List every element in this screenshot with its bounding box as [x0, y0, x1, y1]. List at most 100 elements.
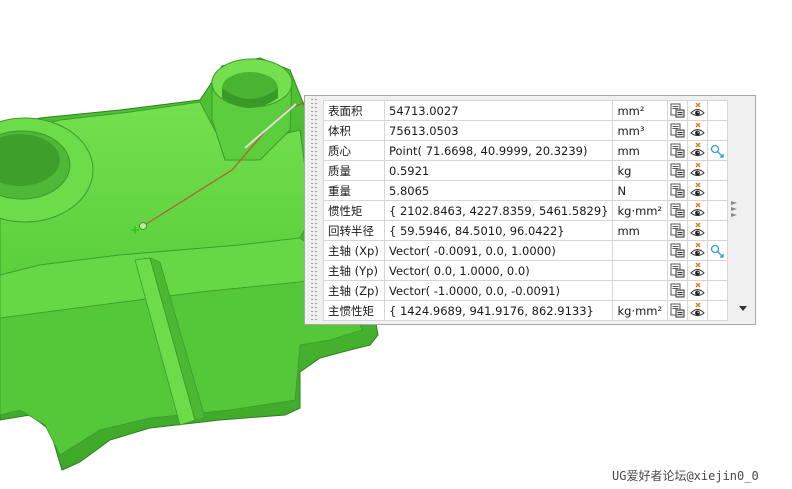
visibility-cell[interactable] — [687, 100, 709, 121]
visibility-cell[interactable] — [687, 180, 709, 201]
panel-drag-handle-stripe — [315, 99, 317, 323]
vector-cell[interactable] — [707, 140, 729, 161]
copy-cell[interactable] — [667, 180, 689, 201]
property-value: Vector( -1.0000, 0.0, -0.0091) — [383, 280, 614, 301]
panel-drag-handle[interactable] — [306, 99, 320, 323]
show-hide-icon[interactable] — [690, 203, 706, 218]
property-row[interactable]: 表面积 54713.0027 mm² — [323, 100, 729, 121]
show-hide-icon[interactable] — [690, 183, 706, 198]
copy-cell[interactable] — [667, 300, 689, 321]
property-unit: mm — [612, 140, 669, 161]
copy-cell[interactable] — [667, 280, 689, 301]
property-row[interactable]: 质量 0.5921 kg — [323, 160, 729, 181]
vector-cell[interactable] — [707, 240, 729, 261]
center-of-mass-marker[interactable] — [139, 222, 147, 230]
property-unit: kg — [612, 160, 669, 181]
property-unit: kg·mm² — [612, 200, 669, 221]
properties-table: 表面积 54713.0027 mm² 体积 75613.0503 mm³ 质心 … — [323, 100, 729, 321]
visibility-cell[interactable] — [687, 240, 709, 261]
show-hide-icon[interactable] — [690, 283, 706, 298]
show-hide-icon[interactable] — [690, 143, 706, 158]
property-unit — [612, 240, 669, 261]
copy-cell[interactable] — [667, 260, 689, 281]
copy-to-clipboard-icon[interactable] — [670, 283, 685, 298]
copy-to-clipboard-icon[interactable] — [670, 163, 685, 178]
visibility-cell[interactable] — [687, 300, 709, 321]
copy-to-clipboard-icon[interactable] — [670, 263, 685, 278]
copy-cell[interactable] — [667, 220, 689, 241]
visibility-cell[interactable] — [687, 200, 709, 221]
property-name: 惯性矩 — [323, 200, 385, 221]
dropdown-arrow-icon[interactable] — [739, 306, 747, 312]
vector-display-icon[interactable] — [710, 243, 725, 258]
property-name: 质心 — [323, 140, 385, 161]
property-value: 54713.0027 — [383, 100, 614, 121]
show-hide-icon[interactable] — [690, 243, 706, 258]
property-unit — [612, 260, 669, 281]
vector-cell[interactable] — [707, 220, 729, 241]
copy-to-clipboard-icon[interactable] — [670, 303, 685, 318]
property-row[interactable]: 主惯性矩 { 1424.9689, 941.9176, 862.9133} kg… — [323, 300, 729, 321]
property-row[interactable]: 主轴 (Xp) Vector( -0.0091, 0.0, 1.0000) — [323, 240, 729, 261]
copy-to-clipboard-icon[interactable] — [670, 203, 685, 218]
show-hide-icon[interactable] — [690, 303, 706, 318]
vector-display-icon[interactable] — [710, 143, 725, 158]
property-unit — [612, 280, 669, 301]
vector-cell[interactable] — [707, 180, 729, 201]
vector-cell[interactable] — [707, 100, 729, 121]
copy-cell[interactable] — [667, 120, 689, 141]
property-row[interactable]: 主轴 (Zp) Vector( -1.0000, 0.0, -0.0091) — [323, 280, 729, 301]
property-row[interactable]: 重量 5.8065 N — [323, 180, 729, 201]
vector-cell[interactable] — [707, 120, 729, 141]
copy-to-clipboard-icon[interactable] — [670, 143, 685, 158]
copy-to-clipboard-icon[interactable] — [670, 243, 685, 258]
show-hide-icon[interactable] — [690, 103, 706, 118]
copy-to-clipboard-icon[interactable] — [670, 123, 685, 138]
property-row[interactable]: 质心 Point( 71.6698, 40.9999, 20.3239) mm — [323, 140, 729, 161]
property-name: 体积 — [323, 120, 385, 141]
property-unit: kg·mm² — [612, 300, 669, 321]
copy-cell[interactable] — [667, 140, 689, 161]
property-name: 主轴 (Yp) — [323, 260, 385, 281]
visibility-cell[interactable] — [687, 220, 709, 241]
visibility-cell[interactable] — [687, 120, 709, 141]
property-value: 75613.0503 — [383, 120, 614, 141]
property-name: 回转半径 — [323, 220, 385, 241]
property-row[interactable]: 主轴 (Yp) Vector( 0.0, 1.0000, 0.0) — [323, 260, 729, 281]
visibility-cell[interactable] — [687, 280, 709, 301]
property-value: { 59.5946, 84.5010, 96.0422} — [383, 220, 614, 241]
property-value: 0.5921 — [383, 160, 614, 181]
show-hide-icon[interactable] — [690, 263, 706, 278]
vector-cell[interactable] — [707, 200, 729, 221]
property-unit: mm — [612, 220, 669, 241]
property-value: { 2102.8463, 4227.8359, 5461.5829} — [383, 200, 614, 221]
property-name: 主惯性矩 — [323, 300, 385, 321]
property-row[interactable]: 回转半径 { 59.5946, 84.5010, 96.0422} mm — [323, 220, 729, 241]
property-row[interactable]: 惯性矩 { 2102.8463, 4227.8359, 5461.5829} k… — [323, 200, 729, 221]
visibility-cell[interactable] — [687, 160, 709, 181]
copy-cell[interactable] — [667, 160, 689, 181]
visibility-cell[interactable] — [687, 260, 709, 281]
vector-cell[interactable] — [707, 280, 729, 301]
vector-cell[interactable] — [707, 160, 729, 181]
copy-cell[interactable] — [667, 240, 689, 261]
property-value: { 1424.9689, 941.9176, 862.9133} — [383, 300, 614, 321]
watermark-text: UG爱好者论坛@xiejin0_0 — [612, 469, 759, 483]
property-name: 质量 — [323, 160, 385, 181]
copy-to-clipboard-icon[interactable] — [670, 223, 685, 238]
measure-results-panel: 表面积 54713.0027 mm² 体积 75613.0503 mm³ 质心 … — [304, 95, 756, 325]
copy-cell[interactable] — [667, 200, 689, 221]
copy-cell[interactable] — [667, 100, 689, 121]
property-unit: N — [612, 180, 669, 201]
expand-arrows-icon[interactable] — [729, 199, 739, 219]
property-row[interactable]: 体积 75613.0503 mm³ — [323, 120, 729, 141]
property-value: Point( 71.6698, 40.9999, 20.3239) — [383, 140, 614, 161]
vector-cell[interactable] — [707, 260, 729, 281]
copy-to-clipboard-icon[interactable] — [670, 183, 685, 198]
show-hide-icon[interactable] — [690, 223, 706, 238]
visibility-cell[interactable] — [687, 140, 709, 161]
show-hide-icon[interactable] — [690, 163, 706, 178]
copy-to-clipboard-icon[interactable] — [670, 103, 685, 118]
show-hide-icon[interactable] — [690, 123, 706, 138]
vector-cell[interactable] — [707, 300, 729, 321]
